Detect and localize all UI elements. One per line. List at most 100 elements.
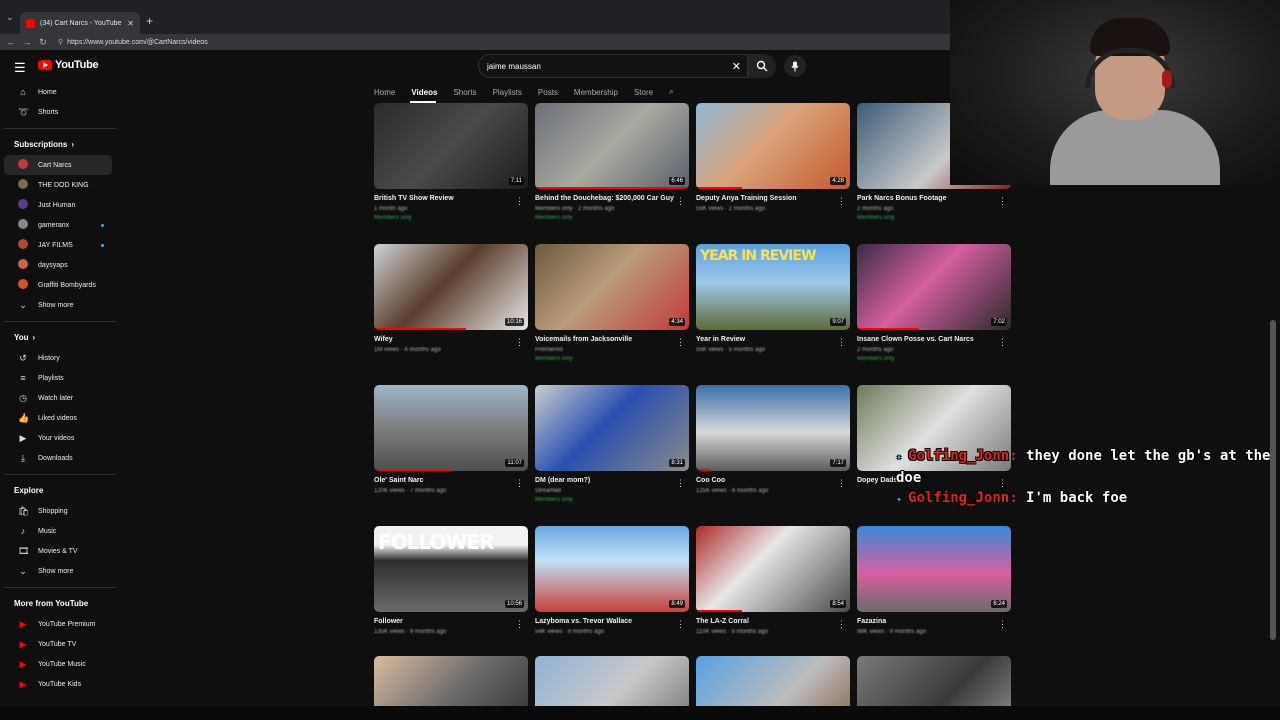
more-options-icon[interactable]: ⋮ xyxy=(998,619,1007,630)
more-options-icon[interactable]: ⋮ xyxy=(515,619,524,630)
more-options-icon[interactable]: ⋮ xyxy=(515,478,524,489)
video-thumbnail[interactable]: 4:28 xyxy=(696,103,850,189)
more-options-icon[interactable]: ⋮ xyxy=(515,337,524,348)
sidebar-item-youtube-music[interactable]: ▶ YouTube Music xyxy=(4,654,112,674)
back-icon[interactable]: ← xyxy=(6,37,16,47)
sidebar-item-subscription[interactable]: Just Human xyxy=(4,195,112,215)
video-thumbnail[interactable]: 7:17 xyxy=(696,385,850,471)
video-card[interactable]: 7:17 Coo Coo 125K views · 8 months ago ⋮ xyxy=(696,385,850,494)
video-card[interactable]: 7:11 British TV Show Review 1 month ago Mem… xyxy=(374,103,528,221)
video-card[interactable]: 6:24 Fazazina 98K views · 9 months ago ⋮ xyxy=(857,526,1011,635)
more-options-icon[interactable]: ⋮ xyxy=(998,196,1007,207)
video-card[interactable]: 8:54 The LA-Z Corral 110K views · 9 months… xyxy=(696,526,850,635)
search-input[interactable]: jaime maussan ✕ xyxy=(478,54,748,78)
clear-search-icon[interactable]: ✕ xyxy=(732,60,741,73)
video-thumbnail[interactable]: 6:24 xyxy=(857,526,1011,612)
video-title[interactable]: Lazyboma vs. Trevor Wallace xyxy=(535,618,689,625)
video-thumbnail[interactable]: 8:49 xyxy=(535,526,689,612)
video-title[interactable]: Behind the Douchebag: $200,000 Car Guy xyxy=(535,195,689,202)
more-options-icon[interactable]: ⋮ xyxy=(676,478,685,489)
reload-icon[interactable]: ↻ xyxy=(38,37,48,48)
tab-shorts[interactable]: Shorts xyxy=(453,88,476,97)
video-title[interactable]: Ole' Saint Narc xyxy=(374,477,528,484)
sidebar-item-downloads[interactable]: ⤓ Downloads xyxy=(4,448,112,468)
video-title[interactable]: Deputy Anya Training Session xyxy=(696,195,850,202)
sidebar-item-youtube-tv[interactable]: ▶ YouTube TV xyxy=(4,634,112,654)
tab-videos[interactable]: Videos xyxy=(411,88,437,97)
video-thumbnail[interactable]: 6:46 xyxy=(535,103,689,189)
sidebar-item-playlists[interactable]: ≡ Playlists xyxy=(4,368,112,388)
site-info-icon[interactable]: ⚲ xyxy=(58,38,63,46)
search-button[interactable] xyxy=(748,54,776,78)
video-card[interactable]: 8:31 DM (dear mom?) Streamed Members only ⋮ xyxy=(535,385,689,503)
more-options-icon[interactable]: ⋮ xyxy=(837,196,846,207)
forward-icon[interactable]: → xyxy=(22,37,32,47)
video-thumbnail[interactable]: 11:07 xyxy=(374,385,528,471)
video-card[interactable]: 11:07 Ole' Saint Narc 120K views · 7 month… xyxy=(374,385,528,494)
more-options-icon[interactable]: ⋮ xyxy=(676,196,685,207)
sidebar-item-youtube-premium[interactable]: ▶ YouTube Premium xyxy=(4,614,112,634)
video-card[interactable]: 8:49 Lazyboma vs. Trevor Wallace 54K views… xyxy=(535,526,689,635)
sidebar-item-subscription[interactable]: Cart Narcs xyxy=(4,155,112,175)
video-title[interactable]: Wifey xyxy=(374,336,528,343)
hamburger-menu-icon[interactable]: ☰ xyxy=(14,60,26,76)
page-scrollbar[interactable] xyxy=(1270,320,1276,640)
video-title[interactable]: British TV Show Review xyxy=(374,195,528,202)
video-title[interactable]: Park Narcs Bonus Footage xyxy=(857,195,1011,202)
sidebar-item-music[interactable]: ♪ Music xyxy=(4,521,112,541)
video-card[interactable]: 4:34 Voicemails from Jacksonville Premiere… xyxy=(535,244,689,362)
video-card[interactable]: FOLLOWER 10:56 Follower 135K views · 9 mont… xyxy=(374,526,528,635)
sidebar-item-watch-later[interactable]: ◷ Watch later xyxy=(4,388,112,408)
tab-list-chevron-icon[interactable]: ⌄ xyxy=(6,12,14,23)
video-thumbnail[interactable]: 7:11 xyxy=(374,103,528,189)
sidebar-item-youtube-kids[interactable]: ▶ YouTube Kids xyxy=(4,674,112,694)
tab-store[interactable]: Store xyxy=(634,88,653,97)
more-options-icon[interactable]: ⋮ xyxy=(676,619,685,630)
video-title[interactable]: Coo Coo xyxy=(696,477,850,484)
subscriptions-heading[interactable]: Subscriptions › xyxy=(0,133,120,155)
sidebar-item-subscription[interactable]: THE DOD KING xyxy=(4,175,112,195)
show-more-explore[interactable]: ⌄ Show more xyxy=(4,561,112,581)
sidebar-item-subscription[interactable]: Graffiti Bombyards xyxy=(4,275,112,295)
video-title[interactable]: Insane Clown Posse vs. Cart Narcs xyxy=(857,336,1011,343)
more-options-icon[interactable]: ⋮ xyxy=(676,337,685,348)
video-thumbnail[interactable]: 7:02 xyxy=(857,244,1011,330)
video-title[interactable]: Year in Review xyxy=(696,336,850,343)
tab-home[interactable]: Home xyxy=(374,88,395,97)
video-thumbnail[interactable]: FOLLOWER 10:56 xyxy=(374,526,528,612)
video-thumbnail[interactable]: 10:16 xyxy=(374,244,528,330)
video-thumbnail[interactable]: 8:31 xyxy=(535,385,689,471)
video-title[interactable]: Voicemails from Jacksonville xyxy=(535,336,689,343)
channel-search-icon[interactable]: ⌕ xyxy=(669,87,673,97)
video-title[interactable]: Follower xyxy=(374,618,528,625)
browser-tab[interactable]: (34) Cart Narcs - YouTube ✕ xyxy=(20,12,140,34)
tab-close-icon[interactable]: ✕ xyxy=(127,19,134,28)
video-card[interactable]: 6:46 Behind the Douchebag: $200,000 Car G… xyxy=(535,103,689,221)
video-title[interactable]: DM (dear mom?) xyxy=(535,477,689,484)
sidebar-item-subscription[interactable]: gameranx xyxy=(4,215,112,235)
video-thumbnail[interactable]: 4:34 xyxy=(535,244,689,330)
sidebar-item-history[interactable]: ↺ History xyxy=(4,348,112,368)
sidebar-item-subscription[interactable]: JAY FILMS xyxy=(4,235,112,255)
tab-playlists[interactable]: Playlists xyxy=(493,88,522,97)
more-options-icon[interactable]: ⋮ xyxy=(837,619,846,630)
tab-posts[interactable]: Posts xyxy=(538,88,558,97)
video-card[interactable]: 10:16 Wifey 1M views · 4 months ago ⋮ xyxy=(374,244,528,353)
video-title[interactable]: Fazazina xyxy=(857,618,1011,625)
sidebar-item-your-videos[interactable]: ▶ Your videos xyxy=(4,428,112,448)
new-tab-button[interactable]: + xyxy=(146,14,153,28)
youtube-logo[interactable]: YouTube xyxy=(38,59,99,71)
video-card[interactable]: 7:02 Insane Clown Posse vs. Cart Narcs 2 m… xyxy=(857,244,1011,362)
video-thumbnail[interactable]: YEAR IN REVIEW 9:07 xyxy=(696,244,850,330)
sidebar-item-movies-tv[interactable]: 🎞 Movies & TV xyxy=(4,541,112,561)
more-options-icon[interactable]: ⋮ xyxy=(837,478,846,489)
sidebar-item-home[interactable]: ⌂ Home xyxy=(4,82,112,102)
sidebar-item-liked-videos[interactable]: 👍 Liked videos xyxy=(4,408,112,428)
sidebar-item-subscription[interactable]: daysyaps xyxy=(4,255,112,275)
more-options-icon[interactable]: ⋮ xyxy=(515,196,524,207)
video-thumbnail[interactable]: 8:54 xyxy=(696,526,850,612)
more-options-icon[interactable]: ⋮ xyxy=(837,337,846,348)
sidebar-item-shopping[interactable]: 🛍 Shopping xyxy=(4,501,112,521)
url-field[interactable]: ⚲ https://www.youtube.com/@CartNarcs/vid… xyxy=(58,38,208,47)
voice-search-button[interactable] xyxy=(784,55,806,77)
